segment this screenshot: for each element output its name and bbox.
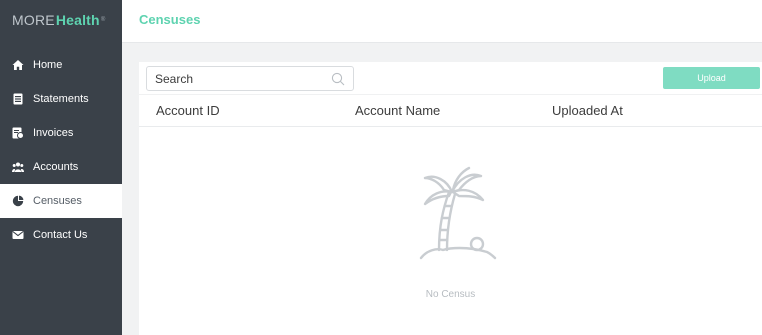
brand-registered: ® — [100, 17, 106, 23]
sidebar-item-censuses[interactable]: Censuses — [0, 184, 122, 218]
page-header: Censuses — [122, 0, 762, 43]
main-panel: Upload Account ID Account Name Uploaded … — [139, 62, 762, 335]
sidebar-item-label: Accounts — [33, 161, 79, 173]
pie-chart-icon — [12, 195, 24, 207]
empty-state-text: No Census — [425, 289, 476, 300]
sidebar-item-invoices[interactable]: Invoices — [0, 116, 122, 150]
sidebar-item-home[interactable]: Home — [0, 48, 122, 82]
sidebar-item-statements[interactable]: Statements — [0, 82, 122, 116]
column-header-account-id[interactable]: Account ID — [156, 103, 220, 118]
brand-health: Health — [55, 12, 100, 28]
search-input[interactable] — [147, 71, 327, 86]
sidebar-nav: Home Statements Invoices Accounts Census… — [0, 48, 122, 252]
brand-more: MORE — [12, 12, 55, 28]
column-header-account-name[interactable]: Account Name — [355, 103, 440, 118]
sidebar-item-label: Contact Us — [33, 229, 88, 241]
sidebar-item-label: Censuses — [33, 195, 82, 207]
home-icon — [12, 59, 24, 71]
brand-logo[interactable]: MORE Health ® — [0, 0, 122, 40]
statements-icon — [12, 93, 24, 105]
sidebar: MORE Health ® Home Statements Invoices A… — [0, 0, 122, 335]
upload-button[interactable]: Upload — [663, 67, 760, 89]
sidebar-item-label: Home — [33, 59, 63, 71]
app-root: MORE Health ® Home Statements Invoices A… — [0, 0, 762, 335]
sidebar-item-accounts[interactable]: Accounts — [0, 150, 122, 184]
sidebar-item-contact-us[interactable]: Contact Us — [0, 218, 122, 252]
column-header-uploaded-at[interactable]: Uploaded At — [552, 103, 623, 118]
table-header: Account ID Account Name Uploaded At — [139, 94, 762, 127]
sidebar-item-label: Invoices — [33, 127, 74, 139]
palm-tree-icon — [397, 154, 509, 266]
invoices-icon — [12, 127, 24, 139]
page-title: Censuses — [139, 12, 201, 27]
search-box — [146, 66, 354, 91]
envelope-icon — [12, 229, 24, 241]
sidebar-item-label: Statements — [33, 93, 89, 105]
search-icon[interactable] — [331, 72, 345, 86]
accounts-icon — [12, 161, 24, 173]
